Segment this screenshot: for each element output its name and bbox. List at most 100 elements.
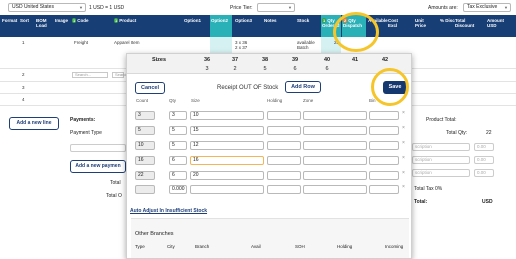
remove-row-icon[interactable]: × <box>402 125 405 131</box>
add-line-label: Add a new line <box>16 120 52 126</box>
qty-field[interactable]: 3 <box>169 111 187 120</box>
branch-col-soh: SOH <box>295 244 305 249</box>
bin-field[interactable] <box>369 156 399 165</box>
row-number: 1 <box>22 40 25 45</box>
remove-row-icon[interactable]: × <box>402 155 405 161</box>
branch-col-type: Type <box>135 244 145 249</box>
size-field[interactable]: 10 <box>190 111 264 120</box>
zone-field[interactable] <box>303 111 367 120</box>
extra-amount-placeholder: 0.00 <box>477 144 486 149</box>
holding-field[interactable] <box>267 171 301 180</box>
bin-field[interactable] <box>369 141 399 150</box>
bin-field[interactable] <box>369 126 399 135</box>
branch-col-holding: Holding <box>337 244 353 249</box>
currency-select-value: USD United States <box>12 4 54 10</box>
payment-type-input[interactable] <box>70 144 126 152</box>
other-branches-panel: Other Branches Type City Branch Avail SO… <box>131 218 409 258</box>
sizes-table: Sizes 36 37 38 39 40 41 42 3 2 5 6 6 <box>127 54 411 74</box>
remove-row-icon[interactable]: × <box>402 170 405 176</box>
row-product[interactable]: Apparel Item <box>114 40 140 45</box>
qty-field[interactable]: 0.000 <box>169 185 187 194</box>
qty-field[interactable]: 6 <box>169 171 187 180</box>
count-field: 10 <box>135 141 155 150</box>
product-search-input[interactable]: Search... <box>112 72 131 78</box>
bin-field[interactable] <box>369 185 399 194</box>
col-product-label: Product <box>119 18 137 23</box>
col-format: Format <box>2 18 18 23</box>
col-image: Image <box>55 18 69 23</box>
zone-field[interactable] <box>303 126 367 135</box>
highlight-ring <box>371 68 409 106</box>
extra-amount-placeholder: 0.00 <box>477 170 486 175</box>
product-step-badge: 1 <box>114 18 119 23</box>
size-field[interactable]: 20 <box>190 171 264 180</box>
cancel-button[interactable]: Cancel <box>135 82 165 94</box>
amounts-select-value: Tax Exclusive <box>467 4 498 10</box>
qty-value: 5 <box>172 127 175 133</box>
holding-field[interactable] <box>267 126 301 135</box>
count-field: 22 <box>135 171 155 180</box>
chevron-down-icon: ▼ <box>79 5 83 10</box>
qty-field[interactable]: 5 <box>169 126 187 135</box>
size-value: 12 <box>193 142 199 148</box>
col-cost-excl: Cost Excl <box>388 18 398 28</box>
qty-value: 6 <box>172 172 175 178</box>
col-notes: Notes <box>264 18 277 23</box>
qty-field[interactable]: 6 <box>169 156 187 165</box>
size-field[interactable]: 15 <box>190 126 264 135</box>
col-pct-disc: % Disc <box>440 18 455 23</box>
zone-field[interactable] <box>303 171 367 180</box>
size-value: 16 <box>193 157 199 163</box>
row-code[interactable]: Freight <box>74 40 88 45</box>
zone-field[interactable] <box>303 185 367 194</box>
col-count: Count <box>136 98 149 103</box>
col-bom-load: BOM Load <box>36 18 47 28</box>
extra-description-placeholder: scription <box>415 144 432 149</box>
qty-field[interactable]: 5 <box>169 141 187 150</box>
col-holding: Holding <box>267 98 283 103</box>
count-value: 22 <box>138 172 144 178</box>
branch-col-avail: Avail <box>251 244 261 249</box>
extra-amount-input[interactable]: 0.00 <box>474 156 494 164</box>
size-field[interactable]: 16 <box>190 156 264 165</box>
branch-col-branch: Branch <box>195 244 210 249</box>
holding-field[interactable] <box>267 111 301 120</box>
extra-amount-input[interactable]: 0.00 <box>474 143 494 151</box>
col-option1: Option1 <box>184 18 201 23</box>
col-zone: Zone <box>303 98 314 103</box>
add-line-button[interactable]: Add a new line <box>9 117 59 130</box>
extra-amount-input[interactable]: 0.00 <box>474 169 494 177</box>
total-owing-label: Total O <box>106 193 122 199</box>
auto-adjust-link[interactable]: Auto Adjust In Insufficient Stock <box>130 208 207 214</box>
size-field[interactable]: 12 <box>190 141 264 150</box>
extra-description-placeholder: scription <box>415 157 432 162</box>
price-tier-select[interactable]: ▼ <box>257 3 295 12</box>
remove-row-icon[interactable]: × <box>402 140 405 146</box>
bin-field[interactable] <box>369 171 399 180</box>
extra-description-input[interactable]: scription <box>412 143 470 151</box>
size-header: 38 <box>261 57 269 63</box>
remove-row-icon[interactable]: × <box>402 184 405 190</box>
holding-field[interactable] <box>267 141 301 150</box>
extra-description-input[interactable]: scription <box>412 156 470 164</box>
size-field[interactable] <box>190 185 264 194</box>
row-option3[interactable]: 3 x 36 2 x 37 <box>235 40 247 50</box>
code-search-input[interactable]: Search... <box>72 72 108 78</box>
holding-field[interactable] <box>267 156 301 165</box>
branch-col-incoming: Incoming <box>385 244 404 249</box>
remove-row-icon[interactable]: × <box>402 110 405 116</box>
count-value: 3 <box>138 112 141 118</box>
count-field: 5 <box>135 126 155 135</box>
zone-field[interactable] <box>303 141 367 150</box>
bin-field[interactable] <box>369 111 399 120</box>
other-branches-title: Other Branches <box>135 231 174 237</box>
extra-description-input[interactable]: scription <box>412 169 470 177</box>
code-search-placeholder: Search... <box>75 72 92 77</box>
currency-select[interactable]: USD United States ▼ <box>8 3 86 12</box>
zone-field[interactable] <box>303 156 367 165</box>
add-row-button[interactable]: Add Row <box>285 81 321 93</box>
amounts-select[interactable]: Tax Exclusive ▼ <box>463 3 511 12</box>
add-payment-button[interactable]: Add a new paymen <box>70 160 126 173</box>
count-field: 3 <box>135 111 155 120</box>
holding-field[interactable] <box>267 185 301 194</box>
